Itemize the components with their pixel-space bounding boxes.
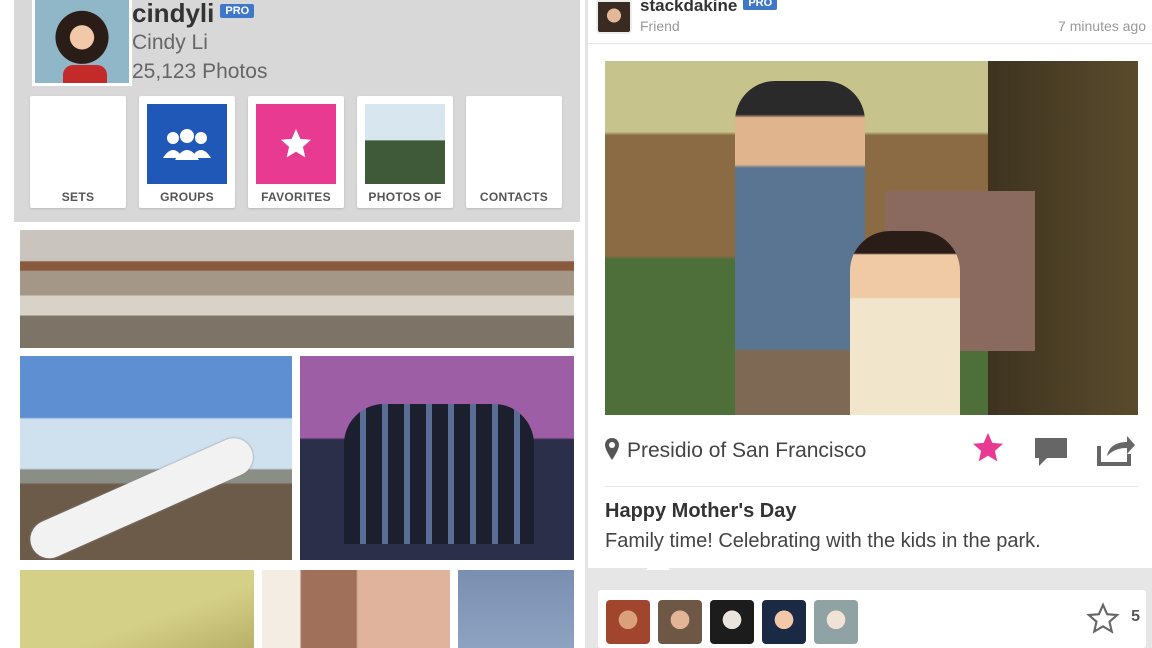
surfboard-shape [24,432,259,560]
fave-avatar[interactable] [606,600,650,644]
tile-label: PHOTOS OF [368,190,442,204]
photo-sky[interactable] [458,570,574,648]
profile-pane: cindyli PRO Cindy Li 25,123 Photos SETS [0,0,585,648]
photo-boy [735,81,865,415]
faves-pointer [646,558,670,570]
tile-sets[interactable]: SETS [30,96,126,208]
fave-avatar[interactable] [814,600,858,644]
pro-badge: PRO [220,4,255,19]
tile-photos-of[interactable]: PHOTOS OF [357,96,453,208]
favorite-star-icon[interactable] [970,430,1006,466]
sets-thumbnail [38,104,118,184]
post-timestamp: 7 minutes ago [1058,18,1146,34]
tile-label: CONTACTS [479,190,549,204]
photo-surfer[interactable] [20,356,292,560]
profile-header: cindyli PRO Cindy Li 25,123 Photos SETS [14,0,580,222]
main-photo[interactable] [605,61,1138,415]
fave-avatar[interactable] [710,600,754,644]
profile-username[interactable]: cindyli [132,0,214,28]
groups-icon [147,104,227,184]
profile-real-name: Cindy Li [132,31,208,54]
comment-icon[interactable] [1033,436,1069,468]
post-header: stackdakine PRO Friend 7 minutes ago [588,0,1152,44]
poster-relationship: Friend [640,18,680,34]
tile-label: SETS [61,190,95,204]
tile-favorites[interactable]: FAVORITES [248,96,344,208]
photo-group[interactable] [300,356,574,560]
location-pin-icon [605,438,619,460]
photos-of-thumbnail [365,104,445,184]
poster-username[interactable]: stackdakine [640,0,737,15]
fave-avatar[interactable] [762,600,806,644]
poster-avatar[interactable] [596,0,632,34]
photo-mother-baby[interactable] [262,570,450,648]
photo-detail-pane: stackdakine PRO Friend 7 minutes ago Pres… [588,0,1152,648]
photo-title: Happy Mother's Day [605,500,797,522]
fave-avatar[interactable] [658,600,702,644]
photo-girl [850,231,960,415]
photo-description: Family time! Celebrating with the kids i… [605,530,1041,552]
group-shape [344,404,534,544]
contacts-thumbnail [474,104,554,184]
faves-bar: 5 [588,558,1152,648]
star-icon [256,104,336,184]
tile-label: FAVORITES [261,190,331,204]
divider [605,486,1138,487]
tile-label: GROUPS [160,190,214,204]
tile-contacts[interactable]: CONTACTS [466,96,562,208]
profile-photo-count: 25,123 Photos [132,60,268,83]
fave-count: 5 [1131,608,1140,625]
tile-groups[interactable]: GROUPS [139,96,235,208]
pro-badge: PRO [743,0,778,10]
photo-bicycle[interactable] [20,570,254,648]
poster-username-row: stackdakine PRO [640,0,778,16]
action-row: Presidio of San Francisco [605,430,1138,474]
location-link[interactable]: Presidio of San Francisco [627,439,866,463]
star-outline-icon[interactable] [1086,602,1120,636]
profile-avatar[interactable] [32,0,132,86]
app-root: cindyli PRO Cindy Li 25,123 Photos SETS [0,0,1152,648]
profile-username-row: cindyli PRO [132,0,255,29]
photo-forbidden-city[interactable] [20,230,574,348]
share-icon[interactable] [1095,434,1135,466]
faves-list: 5 [598,590,1146,648]
